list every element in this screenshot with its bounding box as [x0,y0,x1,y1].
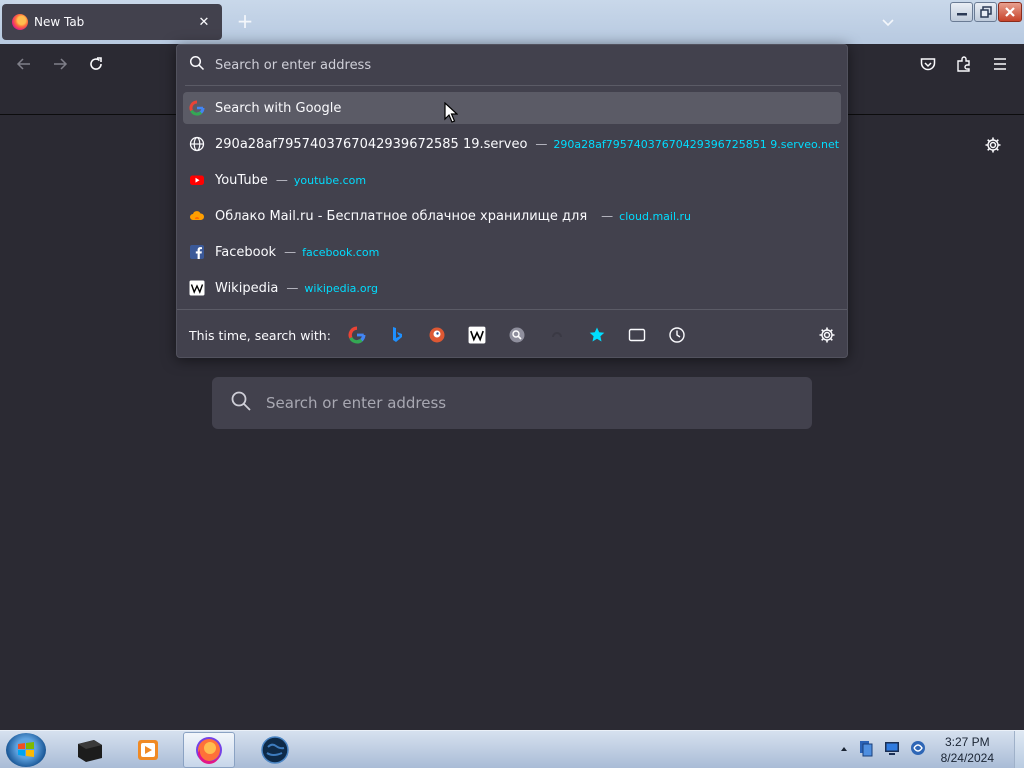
result-url: facebook.com [302,245,380,259]
history-icon[interactable] [665,323,689,347]
back-arrow-icon[interactable] [14,54,34,74]
search-icon [230,390,252,416]
tab-new-tab[interactable]: New Tab ✕ [2,4,222,40]
result-facebook[interactable]: Facebook — facebook.com [183,236,841,268]
network-icon[interactable] [857,739,875,761]
result-url: cloud.mail.ru [619,209,692,223]
wikipedia-icon[interactable] [465,323,489,347]
taskbar-app-firefox-icon[interactable] [183,732,235,768]
display-icon[interactable] [883,739,901,761]
clock[interactable]: 3:27 PM 8/24/2024 [941,734,994,766]
ebay-icon[interactable] [545,323,569,347]
list-all-tabs-chevron-icon[interactable] [878,12,898,32]
taskbar: 3:27 PM 8/24/2024 [0,730,1024,768]
result-separator: — [275,173,288,187]
youtube-icon [189,172,205,188]
minimize-button[interactable] [950,2,973,22]
search-settings-gear-icon[interactable] [817,325,837,345]
firefox-icon [12,14,28,30]
address-bar-divider [185,85,841,86]
window-controls [950,2,1022,22]
menu-hamburger-icon[interactable] [990,54,1010,74]
result-url: youtube.com [293,173,367,187]
restore-button[interactable] [974,2,997,22]
result-title: 290a28af7957403767042939672585 19.serveo [215,136,528,152]
result-youtube[interactable]: YouTube — youtube.com [183,164,841,196]
system-tray: 3:27 PM 8/24/2024 [839,731,1024,768]
result-separator: — [535,137,548,151]
one-off-search-row: This time, search with: [177,321,847,349]
result-title: Facebook [215,244,277,260]
result-separator: — [601,209,614,223]
one-off-divider [177,309,847,310]
close-window-button[interactable] [998,2,1022,22]
facebook-icon [189,244,205,260]
mouse-cursor-icon [444,101,459,124]
result-serveo[interactable]: 290a28af7957403767042939672585 19.serveo… [183,128,841,160]
address-input[interactable] [215,57,815,73]
content-search-box[interactable]: Search or enter address [212,377,812,429]
bookmarks-icon[interactable] [585,323,609,347]
result-url: 290a28af79574037670429396725851 9.serveo… [553,137,840,151]
google-icon [189,100,205,116]
start-button[interactable] [6,733,46,767]
result-title: Wikipedia [215,280,279,296]
new-tab-button[interactable]: + [234,10,256,32]
address-bar-panel: Search with Google 290a28af7957403767042… [176,44,848,358]
result-title: Облако Mail.ru - Бесплатное облачное хра… [215,208,588,224]
tab-strip: New Tab ✕ + [0,0,1024,44]
show-hidden-icons-icon[interactable] [839,743,849,758]
pocket-icon[interactable] [918,54,938,74]
forward-arrow-icon[interactable] [50,54,70,74]
tab-close-icon[interactable]: ✕ [196,15,212,30]
clock-date: 8/24/2024 [940,751,994,765]
result-separator: — [284,245,297,259]
tabs-icon[interactable] [625,323,649,347]
bing-icon[interactable] [385,323,409,347]
content-search-placeholder: Search or enter address [266,394,447,412]
tab-title: New Tab [34,15,85,29]
clock-time: 3:27 PM [944,735,990,749]
result-separator: — [286,281,299,295]
page-settings-gear-icon[interactable] [982,134,1004,156]
taskbar-app-media-player-icon[interactable] [122,732,174,768]
extensions-icon[interactable] [954,54,974,74]
reload-icon[interactable] [86,54,106,74]
result-url: wikipedia.org [304,281,378,295]
cloud-mail-icon [189,208,205,224]
taskbar-app-terminal-icon[interactable] [64,732,116,768]
globe-icon [189,136,205,152]
google-icon[interactable] [345,323,369,347]
duckduckgo-icon[interactable] [425,323,449,347]
result-wikipedia[interactable]: Wikipedia — wikipedia.org [183,272,841,304]
search-icon [189,55,205,75]
address-bar-row [177,45,847,85]
taskbar-app-globe-icon[interactable] [249,732,301,768]
volume-icon[interactable] [909,739,927,761]
one-off-label: This time, search with: [189,327,331,343]
result-search-with-google[interactable]: Search with Google [183,92,841,124]
wikipedia-icon [189,280,205,296]
result-title: Search with Google [215,100,342,116]
show-desktop-button[interactable] [1014,731,1024,768]
search-engine-icon[interactable] [505,323,529,347]
result-title: YouTube [215,172,268,188]
result-cloud-mail[interactable]: Облако Mail.ru - Бесплатное облачное хра… [183,200,841,232]
